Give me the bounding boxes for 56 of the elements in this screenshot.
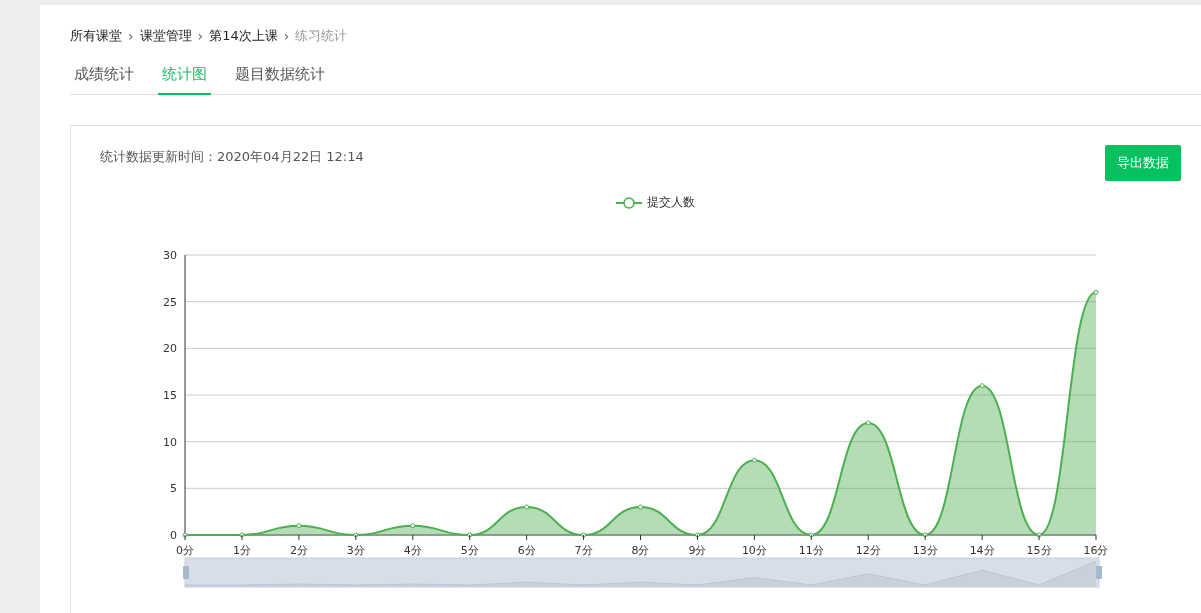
x-axis-label: 2分: [289, 544, 308, 557]
x-axis-label: 0分: [176, 544, 194, 557]
slider-handle[interactable]: [1096, 566, 1102, 579]
tab[interactable]: 题目数据统计: [231, 59, 329, 95]
y-axis-label: 0: [170, 529, 177, 542]
y-axis-label: 5: [170, 482, 177, 496]
update-time-text: 统计数据更新时间：2020年04月22日 12:14: [100, 148, 364, 166]
data-point: [1093, 289, 1099, 295]
data-point: [808, 532, 814, 538]
data-point: [922, 532, 928, 538]
breadcrumb-current: 练习统计: [295, 27, 348, 45]
x-axis-label: 15分: [1026, 544, 1052, 557]
zoom-slider[interactable]: [184, 557, 1100, 588]
breadcrumb-link[interactable]: 第14次上课: [209, 27, 278, 45]
slider-handle[interactable]: [183, 566, 189, 579]
data-point: [353, 532, 359, 538]
data-point: [296, 523, 302, 529]
x-axis-label: 8分: [631, 544, 650, 557]
data-point: [239, 532, 245, 538]
x-axis-label: 14分: [969, 544, 995, 557]
x-axis-label: 7分: [574, 544, 593, 557]
x-axis-label: 9分: [688, 544, 707, 557]
x-axis-label: 10分: [741, 544, 767, 557]
chevron-icon: ›: [197, 28, 204, 44]
x-axis-label: 5分: [460, 544, 479, 557]
data-point: [410, 523, 416, 529]
legend-item[interactable]: 提交人数: [586, 194, 695, 211]
x-axis-label: 1分: [232, 544, 251, 557]
x-axis-label: 16分: [1083, 544, 1109, 557]
x-axis-label: 13分: [912, 544, 938, 557]
data-point: [979, 383, 985, 389]
x-axis-label: 11分: [798, 544, 824, 557]
x-axis-label: 4分: [403, 544, 422, 557]
y-axis-label: 15: [163, 389, 177, 402]
x-axis-label: 6分: [517, 544, 536, 557]
chevron-icon: ›: [283, 28, 290, 44]
data-point: [638, 504, 643, 510]
y-axis-label: 30: [163, 249, 177, 262]
data-point: [581, 532, 587, 538]
data-point: [865, 420, 871, 426]
breadcrumb-link[interactable]: 所有课堂: [70, 27, 122, 45]
y-axis-label: 25: [163, 295, 177, 309]
tab[interactable]: 成绩统计: [70, 59, 138, 95]
y-axis-label: 20: [163, 342, 177, 356]
data-point: [751, 457, 757, 463]
data-point: [524, 504, 530, 510]
data-point: [182, 532, 188, 538]
data-point: [694, 532, 700, 538]
breadcrumb-link[interactable]: 课堂管理: [139, 27, 192, 45]
x-axis-label: 3分: [346, 544, 365, 557]
legend-line-icon: [616, 196, 642, 209]
data-point: [1036, 532, 1042, 538]
x-axis-label: 12分: [855, 544, 881, 557]
y-axis-label: 10: [163, 435, 177, 449]
data-point: [467, 532, 473, 538]
chevron-icon: ›: [128, 28, 134, 44]
